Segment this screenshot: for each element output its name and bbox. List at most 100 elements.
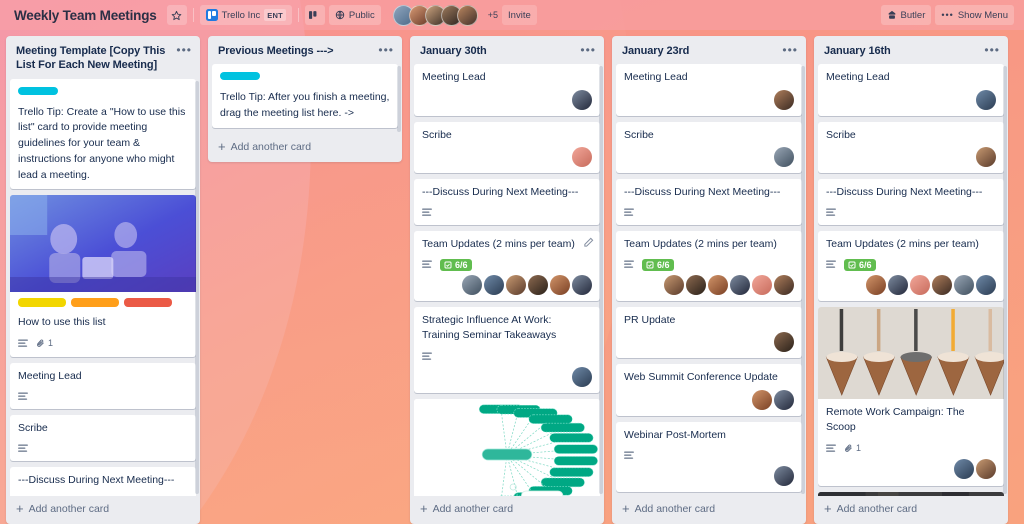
avatar[interactable]: [774, 89, 794, 110]
list-scrollbar[interactable]: [195, 80, 199, 494]
workspace-button[interactable]: Trello Inc ENT: [199, 5, 292, 25]
list-scrollbar[interactable]: [397, 66, 401, 132]
card-label[interactable]: [71, 298, 119, 308]
card-members[interactable]: [624, 332, 794, 353]
card[interactable]: Meeting Lead: [10, 362, 196, 409]
card[interactable]: Trello Tip: Create a "How to use this li…: [10, 78, 196, 190]
avatar[interactable]: [572, 366, 592, 387]
visibility-button[interactable]: Public: [328, 5, 381, 25]
avatar[interactable]: [932, 275, 952, 296]
list-menu-icon[interactable]: •••: [176, 44, 192, 56]
card-members[interactable]: [422, 146, 592, 167]
card[interactable]: Topic clusters - making our: [414, 398, 600, 496]
card[interactable]: Team Updates (2 mins per team) 6/6: [818, 230, 1004, 302]
add-another-card-button[interactable]: + Add another card: [612, 496, 806, 524]
card-label[interactable]: [220, 72, 260, 81]
list-menu-icon[interactable]: •••: [580, 44, 596, 56]
card[interactable]: ---Discuss During Next Meeting---: [818, 178, 1004, 225]
card[interactable]: Scribe: [414, 121, 600, 173]
avatar[interactable]: [910, 275, 930, 296]
avatar[interactable]: [888, 275, 908, 296]
avatar[interactable]: [708, 275, 728, 296]
card-members[interactable]: [422, 366, 592, 387]
avatar[interactable]: [774, 146, 794, 167]
add-another-card-button[interactable]: + Add another card: [410, 496, 604, 524]
card[interactable]: Remote Work Campaign: The Scoop 1: [818, 307, 1004, 486]
list-title[interactable]: January 16th: [824, 44, 891, 58]
card[interactable]: Scribe: [818, 121, 1004, 173]
list-menu-icon[interactable]: •••: [782, 44, 798, 56]
avatar[interactable]: [686, 275, 706, 296]
card[interactable]: Meeting Lead: [818, 64, 1004, 116]
card-members[interactable]: [624, 89, 794, 110]
card-label[interactable]: [18, 298, 66, 308]
avatar[interactable]: [484, 275, 504, 296]
avatar[interactable]: [572, 275, 592, 296]
avatar[interactable]: [774, 465, 794, 486]
card[interactable]: Web Summit Conference Update: [616, 364, 802, 416]
card[interactable]: Webinar Post-Mortem: [616, 421, 802, 492]
avatar[interactable]: [506, 275, 526, 296]
avatar[interactable]: [572, 146, 592, 167]
card[interactable]: PR Update: [616, 307, 802, 359]
add-another-card-button[interactable]: + Add another card: [208, 134, 402, 162]
avatar[interactable]: [462, 275, 482, 296]
pencil-icon[interactable]: [583, 237, 594, 248]
list-title[interactable]: January 23rd: [622, 44, 689, 58]
avatar[interactable]: [456, 4, 478, 26]
list-scrollbar[interactable]: [801, 66, 805, 494]
avatar[interactable]: [528, 275, 548, 296]
star-icon[interactable]: [166, 5, 187, 25]
list-title[interactable]: Previous Meetings --->: [218, 44, 334, 58]
add-another-card-button[interactable]: + Add another card: [6, 496, 200, 524]
list-scrollbar[interactable]: [1003, 66, 1007, 494]
card-members[interactable]: [826, 458, 996, 479]
avatar[interactable]: [774, 332, 794, 353]
avatar[interactable]: [954, 275, 974, 296]
card[interactable]: ---Discuss During Next Meeting---: [414, 178, 600, 225]
card-members[interactable]: [826, 146, 996, 167]
card[interactable]: Trello Tip: After you finish a meeting, …: [212, 64, 398, 128]
avatar[interactable]: [550, 275, 570, 296]
card-label[interactable]: [18, 86, 58, 95]
avatar[interactable]: [730, 275, 750, 296]
list-menu-icon[interactable]: •••: [984, 44, 1000, 56]
avatar[interactable]: [774, 389, 794, 410]
list-title[interactable]: Meeting Template [Copy This List For Eac…: [16, 44, 172, 73]
card-members[interactable]: [826, 89, 996, 110]
card[interactable]: Scribe: [10, 414, 196, 461]
card[interactable]: Team Updates (2 mins per team) 6/6: [616, 230, 802, 302]
board-view-icon[interactable]: [304, 5, 325, 25]
avatar[interactable]: [752, 275, 772, 296]
invite-button[interactable]: Invite: [502, 5, 537, 25]
card-members[interactable]: [624, 389, 794, 410]
card[interactable]: ---Discuss During Next Meeting---: [616, 178, 802, 225]
butler-button[interactable]: Butler: [880, 5, 932, 25]
card[interactable]: Team Updates (2 mins per team) 6/6: [414, 230, 600, 302]
card-labels[interactable]: [10, 292, 196, 309]
card[interactable]: The key ingredient to building: [818, 491, 1004, 496]
card[interactable]: How to use this list 1: [10, 195, 196, 357]
avatar[interactable]: [572, 89, 592, 110]
avatar[interactable]: [976, 89, 996, 110]
avatar[interactable]: [976, 146, 996, 167]
card[interactable]: Strategic Influence At Work: Training Se…: [414, 307, 600, 393]
avatar[interactable]: [774, 275, 794, 296]
show-menu-button[interactable]: ••• Show Menu: [935, 5, 1014, 25]
avatar[interactable]: [866, 275, 886, 296]
avatar[interactable]: [976, 458, 996, 479]
card[interactable]: Meeting Lead: [414, 64, 600, 116]
list-menu-icon[interactable]: •••: [378, 44, 394, 56]
list-scrollbar[interactable]: [599, 66, 603, 494]
card-label[interactable]: [124, 298, 172, 308]
card-members[interactable]: [422, 275, 592, 296]
card-members[interactable]: [422, 89, 592, 110]
add-another-card-button[interactable]: + Add another card: [814, 496, 1008, 524]
avatar[interactable]: [664, 275, 684, 296]
board-members[interactable]: [392, 4, 478, 26]
card[interactable]: Meeting Lead: [616, 64, 802, 116]
card[interactable]: ---Discuss During Next Meeting---: [10, 467, 196, 496]
avatar[interactable]: [976, 275, 996, 296]
avatar[interactable]: [752, 389, 772, 410]
card[interactable]: Scribe: [616, 121, 802, 173]
